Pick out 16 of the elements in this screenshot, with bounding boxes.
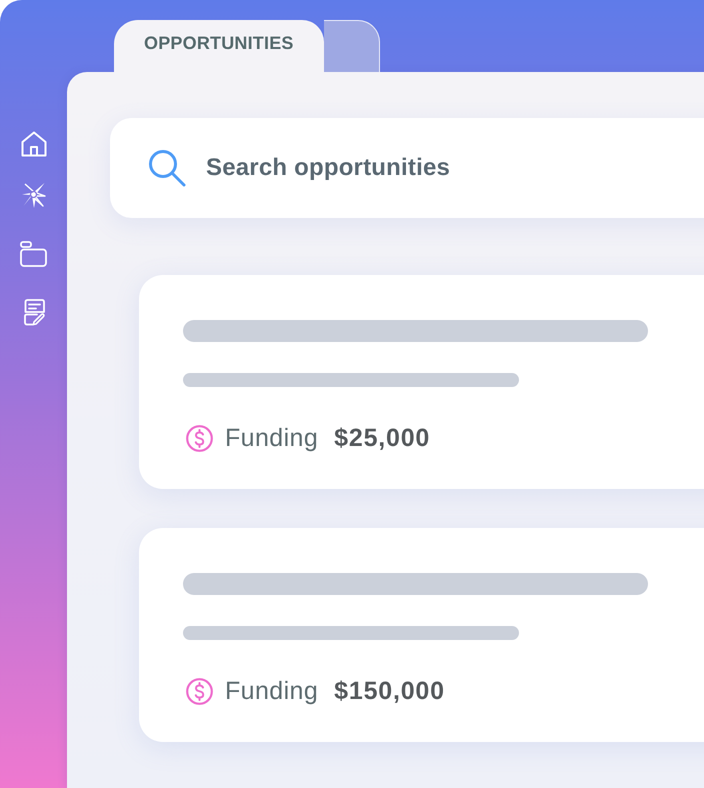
dollar-icon <box>186 678 213 704</box>
star-icon[interactable] <box>22 182 46 208</box>
tab[interactable]: OPPORTUNITIES <box>114 20 324 72</box>
search-field[interactable]: Search opportunities <box>206 151 704 185</box>
funding-amount: $25,000 <box>334 424 430 452</box>
opportunity-card[interactable]: Funding $25,000 <box>139 275 704 489</box>
folder-icon[interactable] <box>20 241 47 267</box>
search-icon <box>148 149 186 187</box>
funding-label: Funding <box>225 677 318 705</box>
opportunity-card[interactable]: Funding $150,000 <box>139 528 704 742</box>
document-pencil-icon[interactable] <box>22 299 44 326</box>
tab[interactable] <box>324 20 380 72</box>
home-icon[interactable] <box>20 131 46 157</box>
dollar-icon <box>186 424 213 452</box>
funding-amount: $150,000 <box>334 677 445 705</box>
funding-label: Funding <box>225 424 318 452</box>
